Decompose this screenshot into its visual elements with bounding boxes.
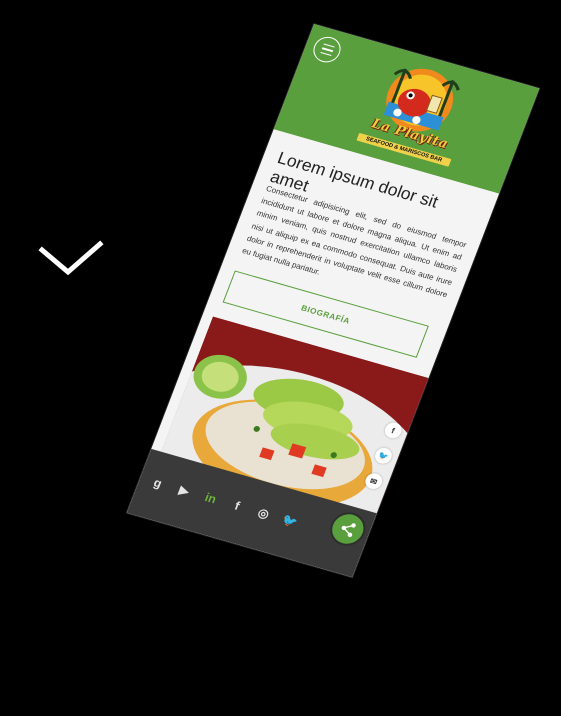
youtube-icon[interactable]: ▶ (174, 481, 195, 501)
stage: La Playita SEAFOOD & MARISCOS BAR Lorem … (0, 0, 561, 716)
phone-screen: La Playita SEAFOOD & MARISCOS BAR Lorem … (126, 24, 540, 578)
share-button[interactable] (327, 510, 368, 548)
facebook-icon[interactable]: f (226, 496, 247, 516)
google-icon[interactable]: g (147, 473, 168, 493)
instagram-icon[interactable]: ◎ (253, 504, 274, 524)
phone-mockup: La Playita SEAFOOD & MARISCOS BAR Lorem … (112, 24, 561, 634)
share-icon (341, 523, 356, 537)
restaurant-logo[interactable]: La Playita SEAFOOD & MARISCOS BAR (352, 51, 479, 173)
linkedin-icon[interactable]: in (200, 488, 221, 508)
hamburger-menu-icon[interactable] (309, 33, 345, 66)
twitter-icon[interactable]: 🐦 (279, 511, 300, 531)
checkmark-icon (38, 240, 104, 276)
